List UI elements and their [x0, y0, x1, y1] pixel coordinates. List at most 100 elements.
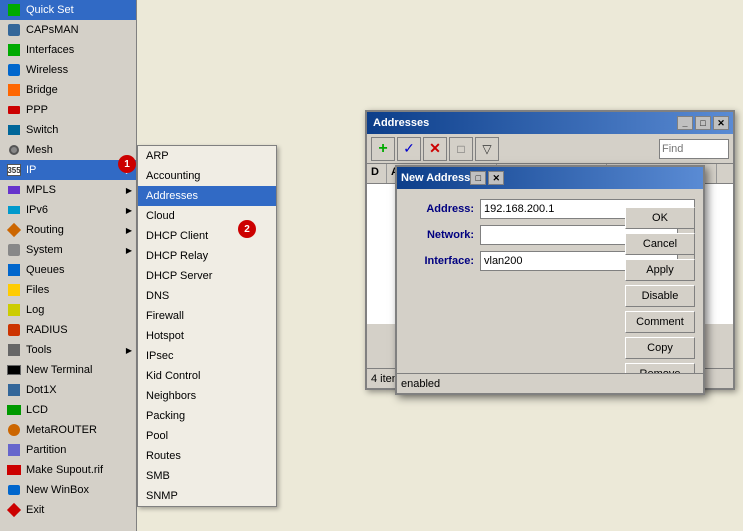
col-d: D	[367, 164, 387, 183]
submenu-item-ipsec[interactable]: IPsec	[138, 346, 276, 366]
sidebar-label-radius: RADIUS	[26, 324, 68, 336]
sidebar-item-radius[interactable]: RADIUS	[0, 320, 136, 340]
sidebar-item-dot1x[interactable]: Dot1X	[0, 380, 136, 400]
apply-button[interactable]: Apply	[625, 259, 695, 281]
sidebar-item-bridge[interactable]: Bridge	[0, 80, 136, 100]
mpls-icon	[6, 182, 22, 198]
submenu-label-neighbors: Neighbors	[146, 390, 196, 402]
sidebar-item-interfaces[interactable]: Interfaces	[0, 40, 136, 60]
disable-button[interactable]: Disable	[625, 285, 695, 307]
submenu-label-snmp: SNMP	[146, 490, 178, 502]
sidebar-item-switch[interactable]: Switch	[0, 120, 136, 140]
sidebar-item-quickset[interactable]: Quick Set	[0, 0, 136, 20]
tools-arrow-icon: ▶	[126, 346, 132, 355]
sidebar-item-partition[interactable]: Partition	[0, 440, 136, 460]
submenu-item-packing[interactable]: Packing	[138, 406, 276, 426]
ppp-icon	[6, 102, 22, 118]
submenu-item-cloud[interactable]: Cloud	[138, 206, 276, 226]
filter-button[interactable]: ▽	[475, 137, 499, 161]
addr-list-titlebar: Addresses _ □ ✕	[367, 112, 733, 134]
sidebar-item-wireless[interactable]: Wireless	[0, 60, 136, 80]
sidebar-item-metarouter[interactable]: MetaROUTER	[0, 420, 136, 440]
sidebar-item-exit[interactable]: Exit	[0, 500, 136, 520]
submenu-item-smb[interactable]: SMB	[138, 466, 276, 486]
sidebar-label-mesh: Mesh	[26, 144, 53, 156]
submenu-item-kid-control[interactable]: Kid Control	[138, 366, 276, 386]
copy-toolbar-button[interactable]: □	[449, 137, 473, 161]
sidebar-item-ip[interactable]: 355 IP ▶	[0, 160, 136, 180]
app-label-container: RouterOS WinBox	[0, 226, 16, 526]
submenu-label-smb: SMB	[146, 470, 170, 482]
sidebar-item-mpls[interactable]: MPLS ▶	[0, 180, 136, 200]
submenu-item-dns[interactable]: DNS	[138, 286, 276, 306]
check-icon: ✓	[403, 140, 415, 157]
find-box	[659, 139, 729, 159]
new-addr-close-button[interactable]: ✕	[488, 171, 504, 185]
addr-list-toolbar: + 3 ✓ ✕ □ ▽	[367, 134, 733, 164]
sidebar-label-makesupout: Make Supout.rif	[26, 464, 103, 476]
sidebar-item-makesupout[interactable]: Make Supout.rif	[0, 460, 136, 480]
addr-list-close-button[interactable]: ✕	[713, 116, 729, 130]
submenu-item-firewall[interactable]: Firewall	[138, 306, 276, 326]
find-input[interactable]	[659, 139, 729, 159]
sidebar-item-log[interactable]: Log	[0, 300, 136, 320]
check-button[interactable]: ✓	[397, 137, 421, 161]
sidebar-item-files[interactable]: Files	[0, 280, 136, 300]
submenu-item-arp[interactable]: ARP	[138, 146, 276, 166]
delete-button[interactable]: ✕	[423, 137, 447, 161]
sidebar-item-system[interactable]: System ▶	[0, 240, 136, 260]
sidebar-item-tools[interactable]: Tools ▶	[0, 340, 136, 360]
sidebar-item-newterminal[interactable]: New Terminal	[0, 360, 136, 380]
sidebar-label-ppp: PPP	[26, 104, 48, 116]
scrollbar-placeholder	[717, 164, 733, 183]
submenu-label-dhcp-client: DHCP Client	[146, 230, 208, 242]
submenu-label-routes: Routes	[146, 450, 181, 462]
ip-icon: 355	[6, 162, 22, 178]
copy-icon: □	[457, 142, 464, 156]
submenu-item-dhcp-relay[interactable]: DHCP Relay	[138, 246, 276, 266]
submenu-item-hotspot[interactable]: Hotspot	[138, 326, 276, 346]
copy-button[interactable]: Copy	[625, 337, 695, 359]
sidebar-label-switch: Switch	[26, 124, 58, 136]
submenu-label-accounting: Accounting	[146, 170, 200, 182]
addr-list-minimize-button[interactable]: _	[677, 116, 693, 130]
submenu-label-kid-control: Kid Control	[146, 370, 200, 382]
submenu-item-neighbors[interactable]: Neighbors	[138, 386, 276, 406]
new-addr-maximize-button[interactable]: □	[470, 171, 486, 185]
badge-2: 2	[238, 220, 256, 238]
submenu-item-addresses[interactable]: Addresses	[138, 186, 276, 206]
submenu-item-pool[interactable]: Pool	[138, 426, 276, 446]
submenu-item-accounting[interactable]: Accounting	[138, 166, 276, 186]
sidebar-item-capsman[interactable]: CAPsMAN	[0, 20, 136, 40]
sidebar-label-lcd: LCD	[26, 404, 48, 416]
ok-button[interactable]: OK	[625, 207, 695, 229]
submenu-label-packing: Packing	[146, 410, 185, 422]
submenu-label-hotspot: Hotspot	[146, 330, 184, 342]
submenu-item-snmp[interactable]: SNMP	[138, 486, 276, 506]
addr-list-window-controls: _ □ ✕	[677, 116, 729, 130]
sidebar-label-tools: Tools	[26, 344, 52, 356]
sidebar-item-newwinbox[interactable]: New WinBox	[0, 480, 136, 500]
sidebar-item-lcd[interactable]: LCD	[0, 400, 136, 420]
sidebar-item-queues[interactable]: Queues	[0, 260, 136, 280]
cancel-button[interactable]: Cancel	[625, 233, 695, 255]
badge-1: 1	[118, 155, 136, 173]
new-addr-window-controls: □ ✕	[470, 171, 504, 185]
submenu-label-arp: ARP	[146, 150, 169, 162]
comment-button[interactable]: Comment	[625, 311, 695, 333]
sidebar-label-metarouter: MetaROUTER	[26, 424, 97, 436]
sidebar-label-bridge: Bridge	[26, 84, 58, 96]
sidebar-label-queues: Queues	[26, 264, 65, 276]
addr-list-title: Addresses	[371, 117, 677, 129]
filter-icon: ▽	[482, 142, 491, 156]
sidebar-item-mesh[interactable]: Mesh	[0, 140, 136, 160]
sidebar-label-interfaces: Interfaces	[26, 44, 74, 56]
add-button[interactable]: +	[371, 137, 395, 161]
submenu-item-routes[interactable]: Routes	[138, 446, 276, 466]
submenu-item-dhcp-server[interactable]: DHCP Server	[138, 266, 276, 286]
addr-list-maximize-button[interactable]: □	[695, 116, 711, 130]
sidebar-item-ppp[interactable]: PPP	[0, 100, 136, 120]
sidebar-item-routing[interactable]: Routing ▶	[0, 220, 136, 240]
sidebar-item-ipv6[interactable]: IPv6 ▶	[0, 200, 136, 220]
submenu-label-dns: DNS	[146, 290, 169, 302]
